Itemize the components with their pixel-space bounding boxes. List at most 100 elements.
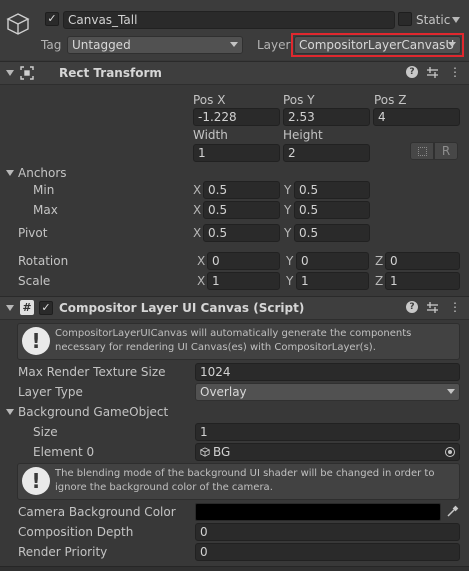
chevron-down-icon [230,42,238,47]
scale-label: Scale [18,274,51,288]
anchor-max-x-field[interactable]: 0.5 [203,201,280,219]
raw-edit-button[interactable]: R [434,142,458,160]
pos-y-label: Pos Y [283,93,315,107]
rotation-z-field[interactable]: 0 [385,252,460,270]
axis-y-label: Y [284,203,292,217]
pivot-x-field[interactable]: 0.5 [203,224,280,242]
element0-label: Element 0 [33,445,95,459]
static-dropdown-icon[interactable] [452,17,460,23]
blueprint-mode-button[interactable] [410,142,434,160]
axis-y-label: Y [286,254,294,268]
info-message: CompositorLayerUICanvas will automatical… [55,328,412,353]
presets-icon[interactable] [426,66,439,79]
rect-transform-icon [20,66,34,80]
rect-transform-header[interactable]: Rect Transform ? ⋮ [0,61,469,85]
chevron-down-icon [447,389,455,394]
foldout-arrow-icon[interactable] [6,70,14,76]
info-icon: ! [22,327,50,355]
bg-gameobject-label[interactable]: Background GameObject [18,404,168,420]
axis-z-label: Z [375,254,384,268]
compositor-title: Compositor Layer UI Canvas (Script) [59,301,305,315]
layer-type-value: Overlay [200,385,247,399]
presets-icon[interactable] [426,301,439,314]
info-helpbox: ! The blending mode of the background UI… [17,463,460,500]
layer-type-dropdown[interactable]: Overlay [195,383,460,401]
gameobject-cube-icon [200,447,210,457]
camera-bg-color-swatch[interactable] [195,503,441,521]
scale-y-field[interactable]: 1 [296,272,369,290]
anchor-min-x-field[interactable]: 0.5 [203,181,280,199]
element0-value: BG [213,445,231,459]
axis-y-label: Y [284,226,292,240]
rect-transform-title: Rect Transform [59,66,162,80]
foldout-arrow-icon[interactable] [6,305,14,311]
width-label: Width [193,128,228,142]
help-icon[interactable]: ? [406,301,418,313]
scale-x-field[interactable]: 1 [207,272,280,290]
element0-object-field[interactable]: BG [195,443,460,461]
axis-x-label: X [193,183,202,197]
pos-x-field[interactable]: -1.228 [193,108,280,126]
layer-type-label: Layer Type [18,385,83,399]
gameobject-name-field[interactable]: Canvas_Tall [63,11,395,29]
object-picker-icon[interactable] [445,447,455,457]
render-priority-label: Render Priority [18,545,108,559]
blueprint-icon [418,147,427,156]
composition-depth-label: Composition Depth [18,525,134,539]
tag-dropdown[interactable]: Untagged [67,36,243,54]
gameobject-cube-icon [6,13,30,35]
bottom-divider [0,566,469,571]
pos-z-label: Pos Z [374,93,407,107]
anchor-min-y-field[interactable]: 0.5 [294,181,370,199]
compositor-component-header[interactable]: # ✓ Compositor Layer UI Canvas (Script) … [0,296,469,320]
eyedropper-icon[interactable] [446,505,459,518]
height-field[interactable]: 2 [283,144,370,162]
anchors-foldout-icon[interactable] [6,170,14,176]
size-label: Size [33,425,58,439]
layer-value: CompositorLayerCanvasU [299,38,455,52]
gameobject-header: ✓ Canvas_Tall Static Tag Untagged Layer … [0,0,469,60]
active-toggle[interactable]: ✓ [45,12,59,26]
anchor-max-label: Max [33,203,58,217]
axis-x-label: X [197,274,206,288]
max-render-size-label: Max Render Texture Size [18,365,166,379]
pivot-label: Pivot [18,226,48,240]
tag-label: Tag [41,38,62,52]
max-render-size-field[interactable]: 1024 [195,363,460,381]
axis-x-label: X [193,226,202,240]
anchor-min-label: Min [33,183,55,197]
component-enabled-toggle[interactable]: ✓ [39,301,53,315]
axis-x-label: X [193,203,202,217]
axis-x-label: X [197,254,206,268]
more-options-icon[interactable]: ⋮ [448,300,462,314]
width-field[interactable]: 1 [193,144,280,162]
camera-bg-color-label: Camera Background Color [18,505,176,519]
pos-y-field[interactable]: 2.53 [283,108,370,126]
height-label: Height [283,128,323,142]
info-icon: ! [22,467,50,495]
axis-y-label: Y [284,183,292,197]
info-message: The blending mode of the background UI s… [55,468,435,493]
pivot-y-field[interactable]: 0.5 [294,224,370,242]
static-toggle[interactable] [398,12,412,26]
pos-z-field[interactable]: 4 [373,108,460,126]
script-icon: # [20,300,34,315]
size-field[interactable]: 1 [195,423,460,441]
axis-y-label: Y [286,274,294,288]
axis-z-label: Z [375,274,384,288]
bg-gameobject-foldout-icon[interactable] [6,409,14,415]
render-priority-field[interactable]: 0 [195,543,460,561]
pos-x-label: Pos X [193,93,226,107]
layer-dropdown[interactable]: CompositorLayerCanvasU [294,36,461,54]
help-icon[interactable]: ? [406,66,418,78]
anchor-max-y-field[interactable]: 0.5 [294,201,370,219]
static-label[interactable]: Static [416,12,450,28]
anchors-label[interactable]: Anchors [18,165,67,181]
rotation-y-field[interactable]: 0 [296,252,369,270]
rotation-x-field[interactable]: 0 [207,252,280,270]
composition-depth-field[interactable]: 0 [195,523,460,541]
more-options-icon[interactable]: ⋮ [448,65,462,79]
scale-z-field[interactable]: 1 [385,272,460,290]
info-helpbox: ! CompositorLayerUICanvas will automatic… [17,323,460,360]
tag-value: Untagged [72,38,131,52]
